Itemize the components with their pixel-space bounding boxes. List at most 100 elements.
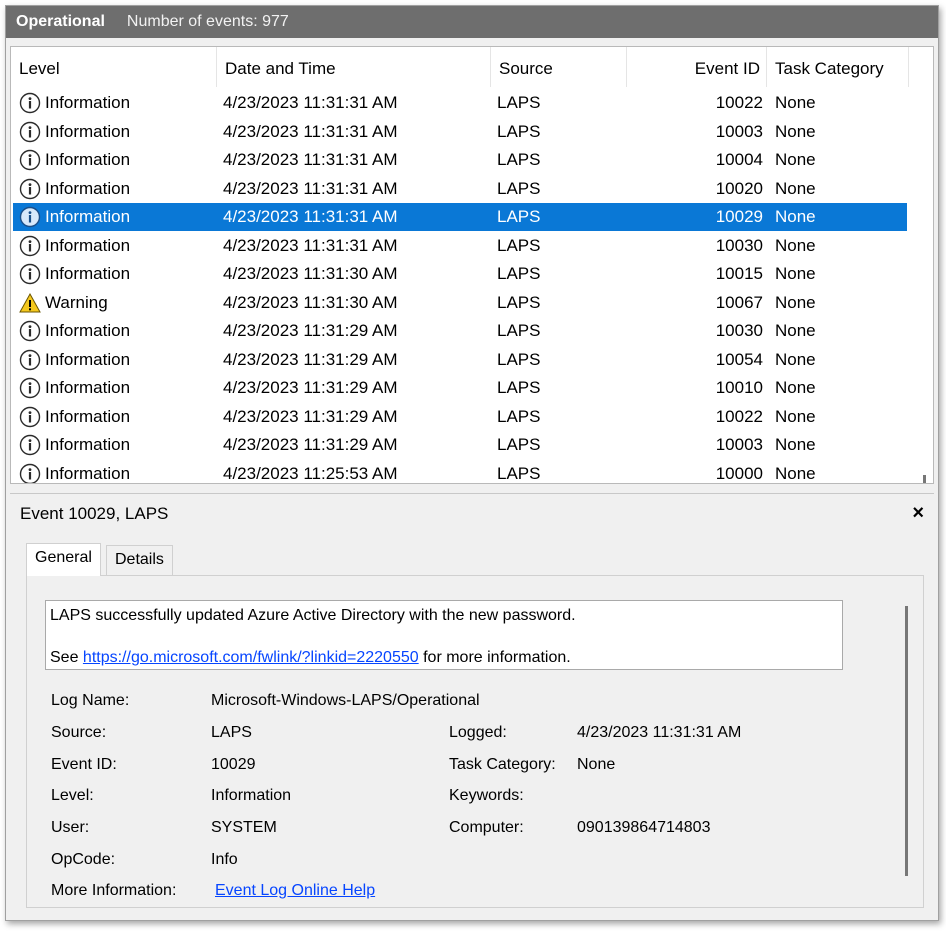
cell-date: 4/23/2023 11:31:31 AM bbox=[223, 121, 398, 141]
level-value: Information bbox=[211, 787, 292, 804]
cell-date: 4/23/2023 11:31:31 AM bbox=[223, 178, 398, 198]
cell-level: Information bbox=[45, 264, 131, 283]
info-icon bbox=[19, 178, 41, 200]
user-value: SYSTEM bbox=[211, 819, 277, 836]
table-row[interactable]: Information 4/23/2023 11:31:29 AM LAPS 1003… bbox=[13, 317, 907, 345]
table-row[interactable]: Information 4/23/2023 11:31:31 AM LAPS 1000… bbox=[13, 118, 907, 146]
info-icon bbox=[19, 349, 41, 371]
cell-date: 4/23/2023 11:31:29 AM bbox=[223, 378, 398, 397]
info-icon bbox=[19, 206, 41, 228]
table-row[interactable]: Information 4/23/2023 11:31:31 AM LAPS 1002… bbox=[13, 175, 907, 203]
column-headers: Level Date and Time Source Event ID Task… bbox=[11, 47, 933, 87]
cell-task-category: None bbox=[775, 235, 816, 255]
table-row[interactable]: Information 4/23/2023 11:31:29 AM LAPS 1000… bbox=[13, 431, 907, 459]
cell-level: Information bbox=[45, 207, 131, 226]
cell-source: LAPS bbox=[497, 264, 541, 283]
cell-task-category: None bbox=[775, 93, 816, 112]
warning-icon bbox=[19, 292, 41, 314]
table-row[interactable]: Information 4/23/2023 11:31:29 AM LAPS 1001… bbox=[13, 374, 907, 402]
cell-task-category: None bbox=[775, 321, 816, 340]
info-icon bbox=[19, 92, 41, 114]
event-list[interactable]: Level Date and Time Source Event ID Task… bbox=[10, 46, 934, 484]
table-row[interactable]: Information 4/23/2023 11:31:31 AM LAPS 1002… bbox=[13, 89, 907, 117]
log-header: Operational Number of events: 977 bbox=[6, 6, 938, 38]
column-task-category[interactable]: Task Category bbox=[767, 47, 909, 87]
info-icon bbox=[19, 121, 41, 143]
table-row[interactable]: Information 4/23/2023 11:31:31 AM LAPS 1003… bbox=[13, 232, 907, 260]
column-level[interactable]: Level bbox=[11, 47, 217, 87]
cell-level: Warning bbox=[45, 292, 108, 312]
cell-date: 4/23/2023 11:31:31 AM bbox=[223, 207, 398, 226]
cell-level: Information bbox=[45, 235, 131, 255]
task-category-label: Task Category: bbox=[449, 756, 556, 773]
cell-source: LAPS bbox=[497, 93, 541, 112]
table-row[interactable]: Information 4/23/2023 11:31:30 AM LAPS 1001… bbox=[13, 260, 907, 288]
event-id-value: 10029 bbox=[211, 756, 256, 773]
cell-level: Information bbox=[45, 463, 131, 483]
log-title: Operational bbox=[16, 13, 105, 30]
cell-level: Information bbox=[45, 150, 131, 169]
cell-task-category: None bbox=[775, 178, 816, 198]
cell-date: 4/23/2023 11:31:29 AM bbox=[223, 435, 398, 454]
cell-event-id: 10020 bbox=[715, 178, 763, 198]
log-name-value: Microsoft-Windows-LAPS/Operational bbox=[211, 692, 480, 709]
cell-source: LAPS bbox=[497, 435, 541, 454]
close-icon[interactable]: × bbox=[912, 502, 924, 525]
tab-details[interactable]: Details bbox=[106, 545, 173, 575]
cell-event-id: 10000 bbox=[715, 463, 763, 483]
message-see-line: See https://go.microsoft.com/fwlink/?lin… bbox=[50, 649, 838, 667]
computer-value: 090139864714803 bbox=[577, 819, 711, 836]
table-row[interactable]: Information 4/23/2023 11:31:29 AM LAPS 1005… bbox=[13, 346, 907, 374]
cell-date: 4/23/2023 11:31:31 AM bbox=[223, 93, 398, 112]
cell-event-id: 10003 bbox=[715, 121, 763, 141]
info-icon bbox=[19, 406, 41, 428]
table-row[interactable]: Information 4/23/2023 11:31:31 AM LAPS 1000… bbox=[13, 146, 907, 174]
cell-date: 4/23/2023 11:31:30 AM bbox=[223, 292, 398, 312]
cell-event-id: 10010 bbox=[715, 378, 763, 397]
level-label: Level: bbox=[51, 787, 94, 804]
table-row-selected[interactable]: Information 4/23/2023 11:31:31 AM LAPS 1002… bbox=[13, 203, 907, 231]
cell-level: Information bbox=[45, 349, 131, 369]
cell-event-id: 10030 bbox=[715, 235, 763, 255]
cell-event-id: 10067 bbox=[715, 292, 763, 312]
list-scrollbar-thumb[interactable] bbox=[923, 475, 926, 483]
detail-title: Event 10029, LAPS bbox=[20, 504, 169, 523]
cell-event-id: 10029 bbox=[715, 207, 763, 226]
table-row[interactable]: Warning 4/23/2023 11:31:30 AM LAPS 10067 Non… bbox=[13, 289, 907, 317]
general-tab-body: LAPS successfully updated Azure Active D… bbox=[26, 575, 924, 908]
cell-date: 4/23/2023 11:31:30 AM bbox=[223, 264, 398, 283]
cell-source: LAPS bbox=[497, 121, 541, 141]
event-detail-pane: Event 10029, LAPS × Details LAPS success… bbox=[10, 493, 934, 917]
cell-source: LAPS bbox=[497, 463, 541, 483]
cell-date: 4/23/2023 11:31:31 AM bbox=[223, 150, 398, 169]
table-row[interactable]: Information 4/23/2023 11:31:29 AM LAPS 1002… bbox=[13, 403, 907, 431]
info-icon bbox=[19, 463, 41, 483]
task-category-value: None bbox=[577, 756, 616, 773]
cell-event-id: 10030 bbox=[715, 321, 763, 340]
event-viewer-window: Operational Number of events: 977 Level … bbox=[5, 5, 939, 921]
logged-label: Logged: bbox=[449, 724, 507, 741]
event-message-box[interactable]: LAPS successfully updated Azure Active D… bbox=[45, 600, 843, 670]
cell-event-id: 10022 bbox=[715, 93, 763, 112]
cell-level: Information bbox=[45, 406, 131, 426]
cell-level: Information bbox=[45, 178, 131, 198]
column-event-id[interactable]: Event ID bbox=[627, 47, 767, 87]
event-count: Number of events: 977 bbox=[126, 13, 289, 30]
source-value: LAPS bbox=[211, 724, 252, 741]
detail-scrollbar-thumb[interactable] bbox=[905, 606, 908, 876]
cell-task-category: None bbox=[775, 264, 816, 283]
more-info-label: More Information: bbox=[51, 882, 177, 899]
cell-date: 4/23/2023 11:31:31 AM bbox=[223, 235, 398, 255]
cell-task-category: None bbox=[775, 406, 816, 426]
event-log-help-link[interactable]: Event Log Online Help bbox=[215, 882, 375, 900]
cell-event-id: 10004 bbox=[715, 150, 763, 169]
source-label: Source: bbox=[51, 724, 107, 741]
cell-source: LAPS bbox=[497, 235, 541, 255]
fwlink-link[interactable]: https://go.microsoft.com/fwlink/?linkid=… bbox=[83, 649, 419, 666]
tab-general[interactable]: General bbox=[26, 543, 101, 576]
info-icon bbox=[19, 377, 41, 399]
cell-task-category: None bbox=[775, 121, 816, 141]
table-row[interactable]: Information 4/23/2023 11:25:53 AM LAPS 1000… bbox=[13, 460, 907, 483]
column-date[interactable]: Date and Time bbox=[217, 47, 491, 87]
column-source[interactable]: Source bbox=[491, 47, 627, 87]
